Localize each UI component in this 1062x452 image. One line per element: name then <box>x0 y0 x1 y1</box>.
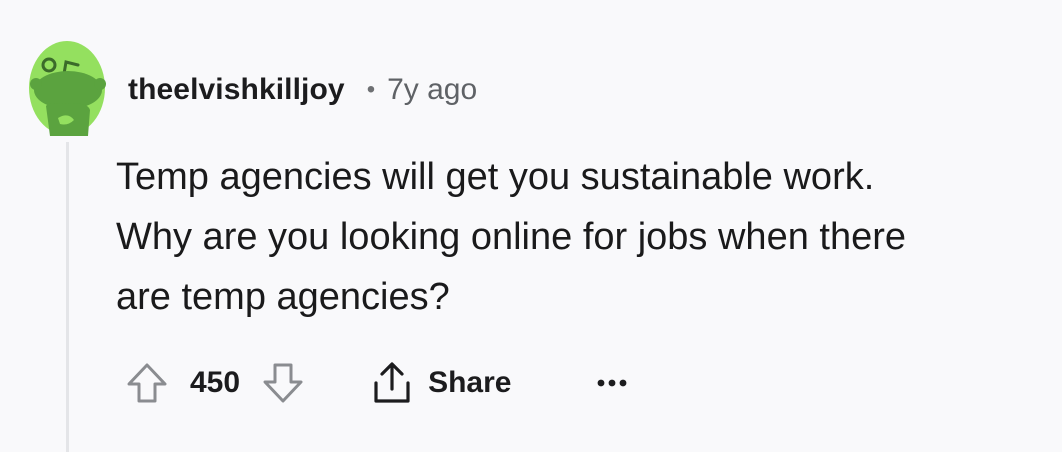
downvote-arrow-icon <box>263 363 303 403</box>
upvote-arrow-icon <box>127 363 167 403</box>
more-options-button[interactable] <box>597 378 627 388</box>
snoo-avatar-icon <box>29 41 106 136</box>
downvote-button[interactable] <box>260 360 306 406</box>
vote-count: 450 <box>190 366 241 399</box>
more-options-icon <box>598 379 627 387</box>
comment-body: Temp agencies will get you sustainable w… <box>116 147 1056 327</box>
comment-action-bar: 450 Share <box>124 354 627 412</box>
username-link[interactable]: theelvishkilljoy <box>128 73 345 107</box>
comment-meta: theelvishkilljoy • 7y ago <box>128 68 477 112</box>
upvote-button[interactable] <box>124 360 170 406</box>
meta-separator: • <box>366 76 376 103</box>
comment-body-line: Why are you looking online for jobs when… <box>116 216 907 258</box>
comment-body-line: Temp agencies will get you sustainable w… <box>116 156 875 198</box>
timestamp[interactable]: 7y ago <box>387 73 477 107</box>
user-avatar[interactable] <box>28 40 106 136</box>
thread-line[interactable] <box>66 142 69 452</box>
comment-body-line: are temp agencies? <box>116 276 450 318</box>
share-label: Share <box>428 366 512 399</box>
share-button[interactable]: Share <box>372 361 511 405</box>
share-upload-icon <box>374 362 410 403</box>
